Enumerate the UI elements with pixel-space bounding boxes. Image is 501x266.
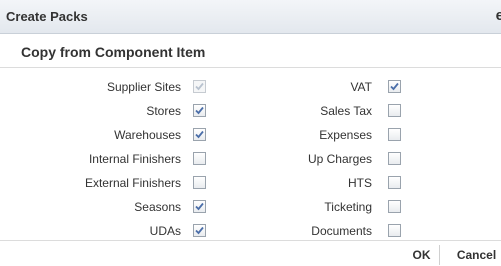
option-label-warehouses: Warehouses — [114, 128, 181, 142]
option-row-vat: VAT — [240, 76, 410, 100]
close-icon[interactable]: e — [496, 7, 501, 24]
option-label-documents: Documents — [311, 224, 372, 238]
option-label-udas: UDAs — [149, 224, 181, 238]
dialog-title: Create Packs — [6, 9, 88, 24]
dialog-footer: OK Cancel — [0, 240, 501, 266]
checkbox-expenses[interactable] — [388, 128, 401, 141]
checkbox-seasons[interactable] — [193, 200, 206, 213]
checkbox-hts[interactable] — [388, 176, 401, 189]
checkbox-vat[interactable] — [388, 80, 401, 93]
option-row-expenses: Expenses — [240, 124, 410, 148]
option-row-supplier-sites: Supplier Sites — [0, 76, 210, 100]
option-label-external-finishers: External Finishers — [84, 176, 181, 190]
option-row-ticketing: Ticketing — [240, 196, 410, 220]
checkbox-external-finishers[interactable] — [193, 176, 206, 189]
option-label-up-charges: Up Charges — [307, 152, 372, 166]
left-options-column: Supplier Sites Stores Warehouses Internal F… — [0, 76, 210, 244]
check-icon — [195, 106, 204, 115]
option-row-seasons: Seasons — [0, 196, 210, 220]
option-label-seasons: Seasons — [134, 200, 181, 214]
option-row-sales-tax: Sales Tax — [240, 100, 410, 124]
cancel-button[interactable]: Cancel — [452, 245, 501, 265]
check-icon — [195, 82, 204, 91]
check-icon — [195, 130, 204, 139]
check-icon — [390, 82, 399, 91]
section-title: Copy from Component Item — [21, 44, 206, 60]
checkbox-documents[interactable] — [388, 224, 401, 237]
check-icon — [195, 226, 204, 235]
checkbox-supplier-sites — [193, 80, 206, 93]
option-label-hts: HTS — [348, 176, 372, 190]
checkbox-stores[interactable] — [193, 104, 206, 117]
option-row-hts: HTS — [240, 172, 410, 196]
option-row-external-finishers: External Finishers — [0, 172, 210, 196]
option-row-internal-finishers: Internal Finishers — [0, 148, 210, 172]
option-label-sales-tax: Sales Tax — [320, 104, 372, 118]
option-row-stores: Stores — [0, 100, 210, 124]
checkbox-up-charges[interactable] — [388, 152, 401, 165]
option-label-expenses: Expenses — [319, 128, 372, 142]
option-label-ticketing: Ticketing — [324, 200, 372, 214]
option-label-stores: Stores — [146, 104, 181, 118]
checkbox-ticketing[interactable] — [388, 200, 401, 213]
option-row-warehouses: Warehouses — [0, 124, 210, 148]
option-label-supplier-sites: Supplier Sites — [106, 80, 181, 94]
checkbox-internal-finishers[interactable] — [193, 152, 206, 165]
checkbox-udas[interactable] — [193, 224, 206, 237]
right-options-column: VAT Sales Tax Expenses Up Charges HTS Ticketi… — [240, 76, 410, 244]
option-label-vat: VAT — [350, 80, 372, 94]
dialog-titlebar: Create Packs e — [0, 0, 501, 34]
check-icon — [195, 202, 204, 211]
option-row-up-charges: Up Charges — [240, 148, 410, 172]
checkbox-sales-tax[interactable] — [388, 104, 401, 117]
ok-button[interactable]: OK — [404, 245, 440, 265]
checkbox-warehouses[interactable] — [193, 128, 206, 141]
option-label-internal-finishers: Internal Finishers — [88, 152, 181, 166]
section-header: Copy from Component Item — [0, 34, 501, 68]
